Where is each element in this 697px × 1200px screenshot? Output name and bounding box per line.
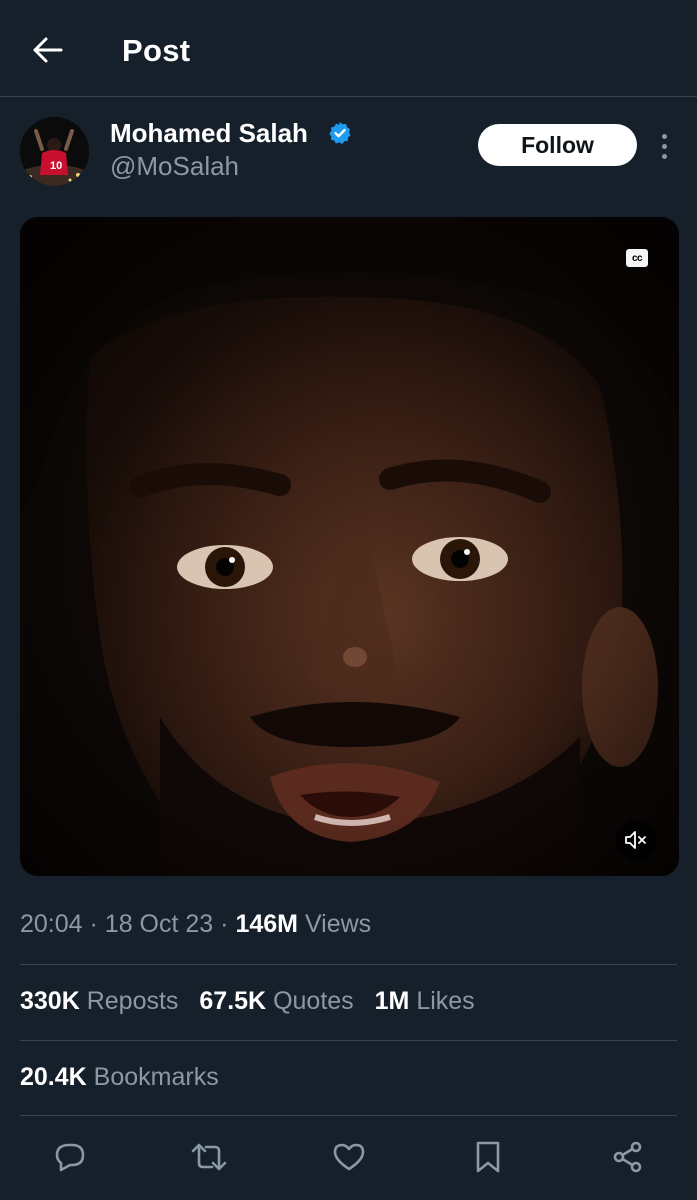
views-count: 146M — [235, 910, 298, 938]
likes-stat[interactable]: 1M Likes — [375, 987, 475, 1016]
reply-button[interactable] — [48, 1130, 92, 1184]
divider — [20, 1040, 677, 1041]
share-icon — [613, 1141, 642, 1173]
quotes-count: 67.5K — [199, 987, 267, 1015]
captions-button[interactable]: cc — [626, 249, 648, 267]
divider — [20, 964, 677, 965]
top-bar: Post — [0, 0, 697, 97]
quotes-stat[interactable]: 67.5K Quotes — [199, 987, 353, 1016]
post-meta: 20:04 · 18 Oct 23 · 146M Views — [20, 910, 371, 939]
verified-badge-icon — [329, 122, 351, 144]
bookmark-icon — [476, 1141, 500, 1173]
heart-icon — [333, 1143, 365, 1171]
quotes-label: Quotes — [273, 987, 354, 1015]
repost-button[interactable] — [187, 1130, 231, 1184]
page-title: Post — [122, 33, 191, 68]
post-time[interactable]: 20:04 — [20, 910, 83, 938]
profile-photo: 10 — [20, 117, 89, 186]
back-button[interactable] — [28, 30, 68, 70]
reply-icon — [55, 1143, 85, 1172]
meta-separator: · — [220, 910, 229, 938]
video-frame — [20, 217, 679, 876]
bookmarks-label: Bookmarks — [93, 1063, 219, 1091]
bookmark-button[interactable] — [466, 1130, 510, 1184]
reposts-stat[interactable]: 330K Reposts — [20, 987, 178, 1016]
bookmarks-stat[interactable]: 20.4K Bookmarks — [20, 1063, 219, 1092]
like-button[interactable] — [327, 1130, 371, 1184]
engagement-stats: 330K Reposts 67.5K Quotes 1M Likes — [20, 987, 475, 1016]
reposts-count: 330K — [20, 987, 80, 1015]
action-bar — [0, 1130, 697, 1184]
arrow-left-icon — [33, 37, 63, 63]
meta-separator: · — [89, 910, 98, 938]
post-date[interactable]: 18 Oct 23 — [105, 910, 213, 938]
more-options-button[interactable] — [652, 130, 676, 162]
divider — [20, 1115, 677, 1116]
follow-button[interactable]: Follow — [478, 124, 637, 166]
share-button[interactable] — [606, 1130, 650, 1184]
avatar[interactable]: 10 — [20, 117, 89, 186]
display-name[interactable]: Mohamed Salah — [110, 118, 308, 149]
more-vertical-icon — [661, 133, 667, 139]
svg-text:10: 10 — [50, 160, 62, 172]
user-handle[interactable]: @MoSalah — [110, 151, 239, 182]
likes-count: 1M — [374, 987, 410, 1015]
views-label: Views — [304, 910, 372, 938]
bookmarks-count: 20.4K — [20, 1063, 87, 1091]
likes-label: Likes — [416, 987, 475, 1015]
mute-button[interactable] — [616, 820, 656, 860]
repost-icon — [191, 1143, 227, 1171]
reposts-label: Reposts — [86, 987, 179, 1015]
video-player[interactable]: cc — [20, 217, 679, 876]
post-screen: Post 10 Mohamed Salah @MoSalah Follow cc… — [0, 0, 697, 1200]
volume-muted-icon — [625, 831, 646, 849]
